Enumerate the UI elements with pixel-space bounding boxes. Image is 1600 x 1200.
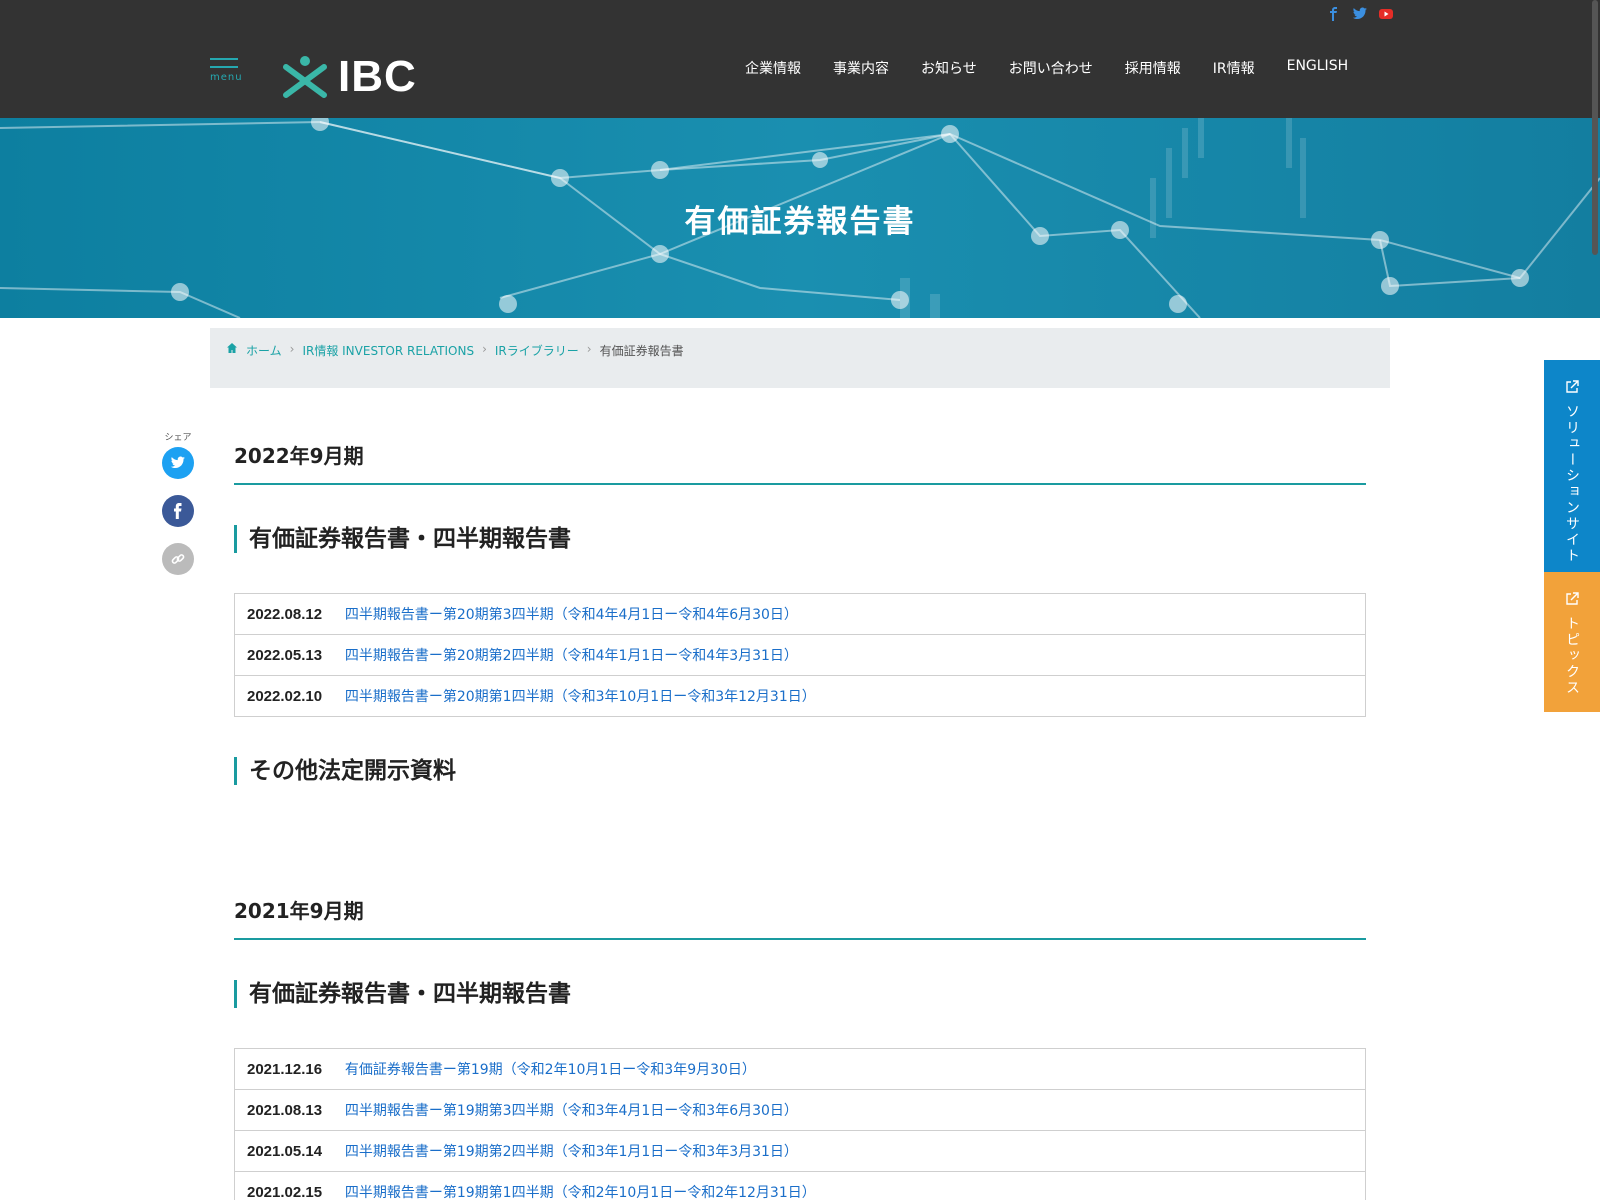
share-twitter-button[interactable] [162, 447, 194, 479]
doc-date: 2021.05.14 [247, 1143, 323, 1160]
doc-date: 2021.08.13 [247, 1102, 323, 1119]
fiscal-year-heading: 2021年9月期 [234, 895, 1366, 940]
solution-tab-label: ソリューションサイト [1564, 404, 1580, 564]
doc-date: 2022.08.12 [247, 606, 323, 623]
main-nav: 企業情報 事業内容 お知らせ お問い合わせ 採用情報 IR情報 ENGLISH [745, 58, 1348, 78]
menu-label: menu [210, 72, 243, 83]
doc-link[interactable]: 四半期報告書ー第19期第2四半期（令和3年1月1日ー令和3年3月31日） [345, 1144, 798, 1160]
doc-date: 2022.02.10 [247, 688, 323, 705]
logo-icon [283, 56, 327, 98]
share-label: シェア [164, 433, 192, 443]
twitter-icon [170, 456, 185, 468]
hero-banner: 有価証券報告書 [0, 118, 1600, 318]
facebook-icon[interactable] [1326, 6, 1342, 21]
page-scrollbar[interactable] [1590, 0, 1600, 1200]
nav-business[interactable]: 事業内容 [833, 58, 889, 78]
chevron-right-icon: › [289, 342, 295, 356]
menu-button[interactable]: menu [210, 58, 243, 94]
doc-link[interactable]: 四半期報告書ー第20期第2四半期（令和4年1月1日ー令和4年3月31日） [345, 648, 798, 664]
doc-link[interactable]: 有価証券報告書ー第19期（令和2年10月1日ー令和3年9月30日） [345, 1062, 756, 1078]
breadcrumb-ir-library[interactable]: IRライブラリー [495, 342, 579, 359]
doc-date: 2022.05.13 [247, 647, 323, 664]
link-icon [171, 554, 185, 564]
menu-bar [210, 66, 238, 68]
doc-link[interactable]: 四半期報告書ー第20期第3四半期（令和4年4月1日ー令和4年6月30日） [345, 607, 798, 623]
section-heading: その他法定開示資料 [234, 757, 1366, 785]
breadcrumb-home[interactable]: ホーム [246, 342, 282, 359]
doc-link[interactable]: 四半期報告書ー第19期第1四半期（令和2年10月1日ー令和2年12月31日） [345, 1185, 816, 1200]
doc-date: 2021.12.16 [247, 1061, 323, 1078]
topics-tab-label: トピックス [1564, 616, 1580, 696]
social-links [1326, 6, 1394, 21]
share-panel: シェア [162, 430, 194, 591]
external-link-icon [1565, 592, 1579, 610]
nav-english[interactable]: ENGLISH [1287, 58, 1349, 78]
document-table: 2022.08.12 四半期報告書ー第20期第3四半期（令和4年4月1日ー令和4… [234, 593, 1366, 717]
fiscal-year-heading: 2022年9月期 [234, 440, 1366, 485]
scrollbar-thumb[interactable] [1592, 0, 1598, 255]
table-row: 2021.12.16 有価証券報告書ー第19期（令和2年10月1日ー令和3年9月… [234, 1048, 1366, 1090]
youtube-icon[interactable] [1378, 6, 1394, 20]
chevron-right-icon: › [482, 342, 487, 356]
table-row: 2022.08.12 四半期報告書ー第20期第3四半期（令和4年4月1日ー令和4… [234, 593, 1366, 635]
facebook-icon [174, 503, 182, 519]
nav-company[interactable]: 企業情報 [745, 58, 801, 78]
table-row: 2021.08.13 四半期報告書ー第19期第3四半期（令和3年4月1日ー令和3… [234, 1089, 1366, 1131]
table-row: 2021.05.14 四半期報告書ー第19期第2四半期（令和3年1月1日ー令和3… [234, 1130, 1366, 1172]
twitter-icon[interactable] [1352, 6, 1368, 20]
table-row: 2022.02.10 四半期報告書ー第20期第1四半期（令和3年10月1日ー令和… [234, 675, 1366, 717]
breadcrumb-ir[interactable]: IR情報 INVESTOR RELATIONS [302, 342, 474, 359]
breadcrumb: ホーム › IR情報 INVESTOR RELATIONS › IRライブラリー… [210, 328, 1390, 388]
doc-date: 2021.02.15 [247, 1184, 323, 1200]
nav-contact[interactable]: お問い合わせ [1009, 58, 1093, 78]
external-link-icon [1565, 380, 1579, 398]
site-header: menu IBC 企業情報 事業内容 お知らせ お問い合わせ 採用情報 IR情報… [0, 0, 1600, 118]
home-icon [226, 342, 238, 357]
breadcrumb-current: 有価証券報告書 [599, 344, 684, 358]
section-heading: 有価証券報告書・四半期報告書 [234, 980, 1366, 1008]
page-title: 有価証券報告書 [684, 204, 916, 240]
table-row: 2021.02.15 四半期報告書ー第19期第1四半期（令和2年10月1日ー令和… [234, 1171, 1366, 1200]
doc-link[interactable]: 四半期報告書ー第20期第1四半期（令和3年10月1日ー令和3年12月31日） [345, 689, 816, 705]
chevron-right-icon: › [586, 342, 592, 356]
logo-text: IBC [338, 52, 417, 101]
main-content: 2022年9月期 有価証券報告書・四半期報告書 2022.08.12 四半期報告… [234, 440, 1366, 1200]
section-heading: 有価証券報告書・四半期報告書 [234, 525, 1366, 553]
site-logo[interactable]: IBC [280, 52, 417, 102]
nav-ir[interactable]: IR情報 [1213, 58, 1255, 78]
document-table: 2021.12.16 有価証券報告書ー第19期（令和2年10月1日ー令和3年9月… [234, 1048, 1366, 1200]
table-row: 2022.05.13 四半期報告書ー第20期第2四半期（令和4年1月1日ー令和4… [234, 634, 1366, 676]
nav-news[interactable]: お知らせ [921, 58, 977, 78]
nav-recruit[interactable]: 採用情報 [1125, 58, 1181, 78]
share-link-button[interactable] [162, 543, 194, 575]
doc-link[interactable]: 四半期報告書ー第19期第3四半期（令和3年4月1日ー令和3年6月30日） [345, 1103, 798, 1119]
menu-bar [210, 58, 238, 60]
share-facebook-button[interactable] [162, 495, 194, 527]
